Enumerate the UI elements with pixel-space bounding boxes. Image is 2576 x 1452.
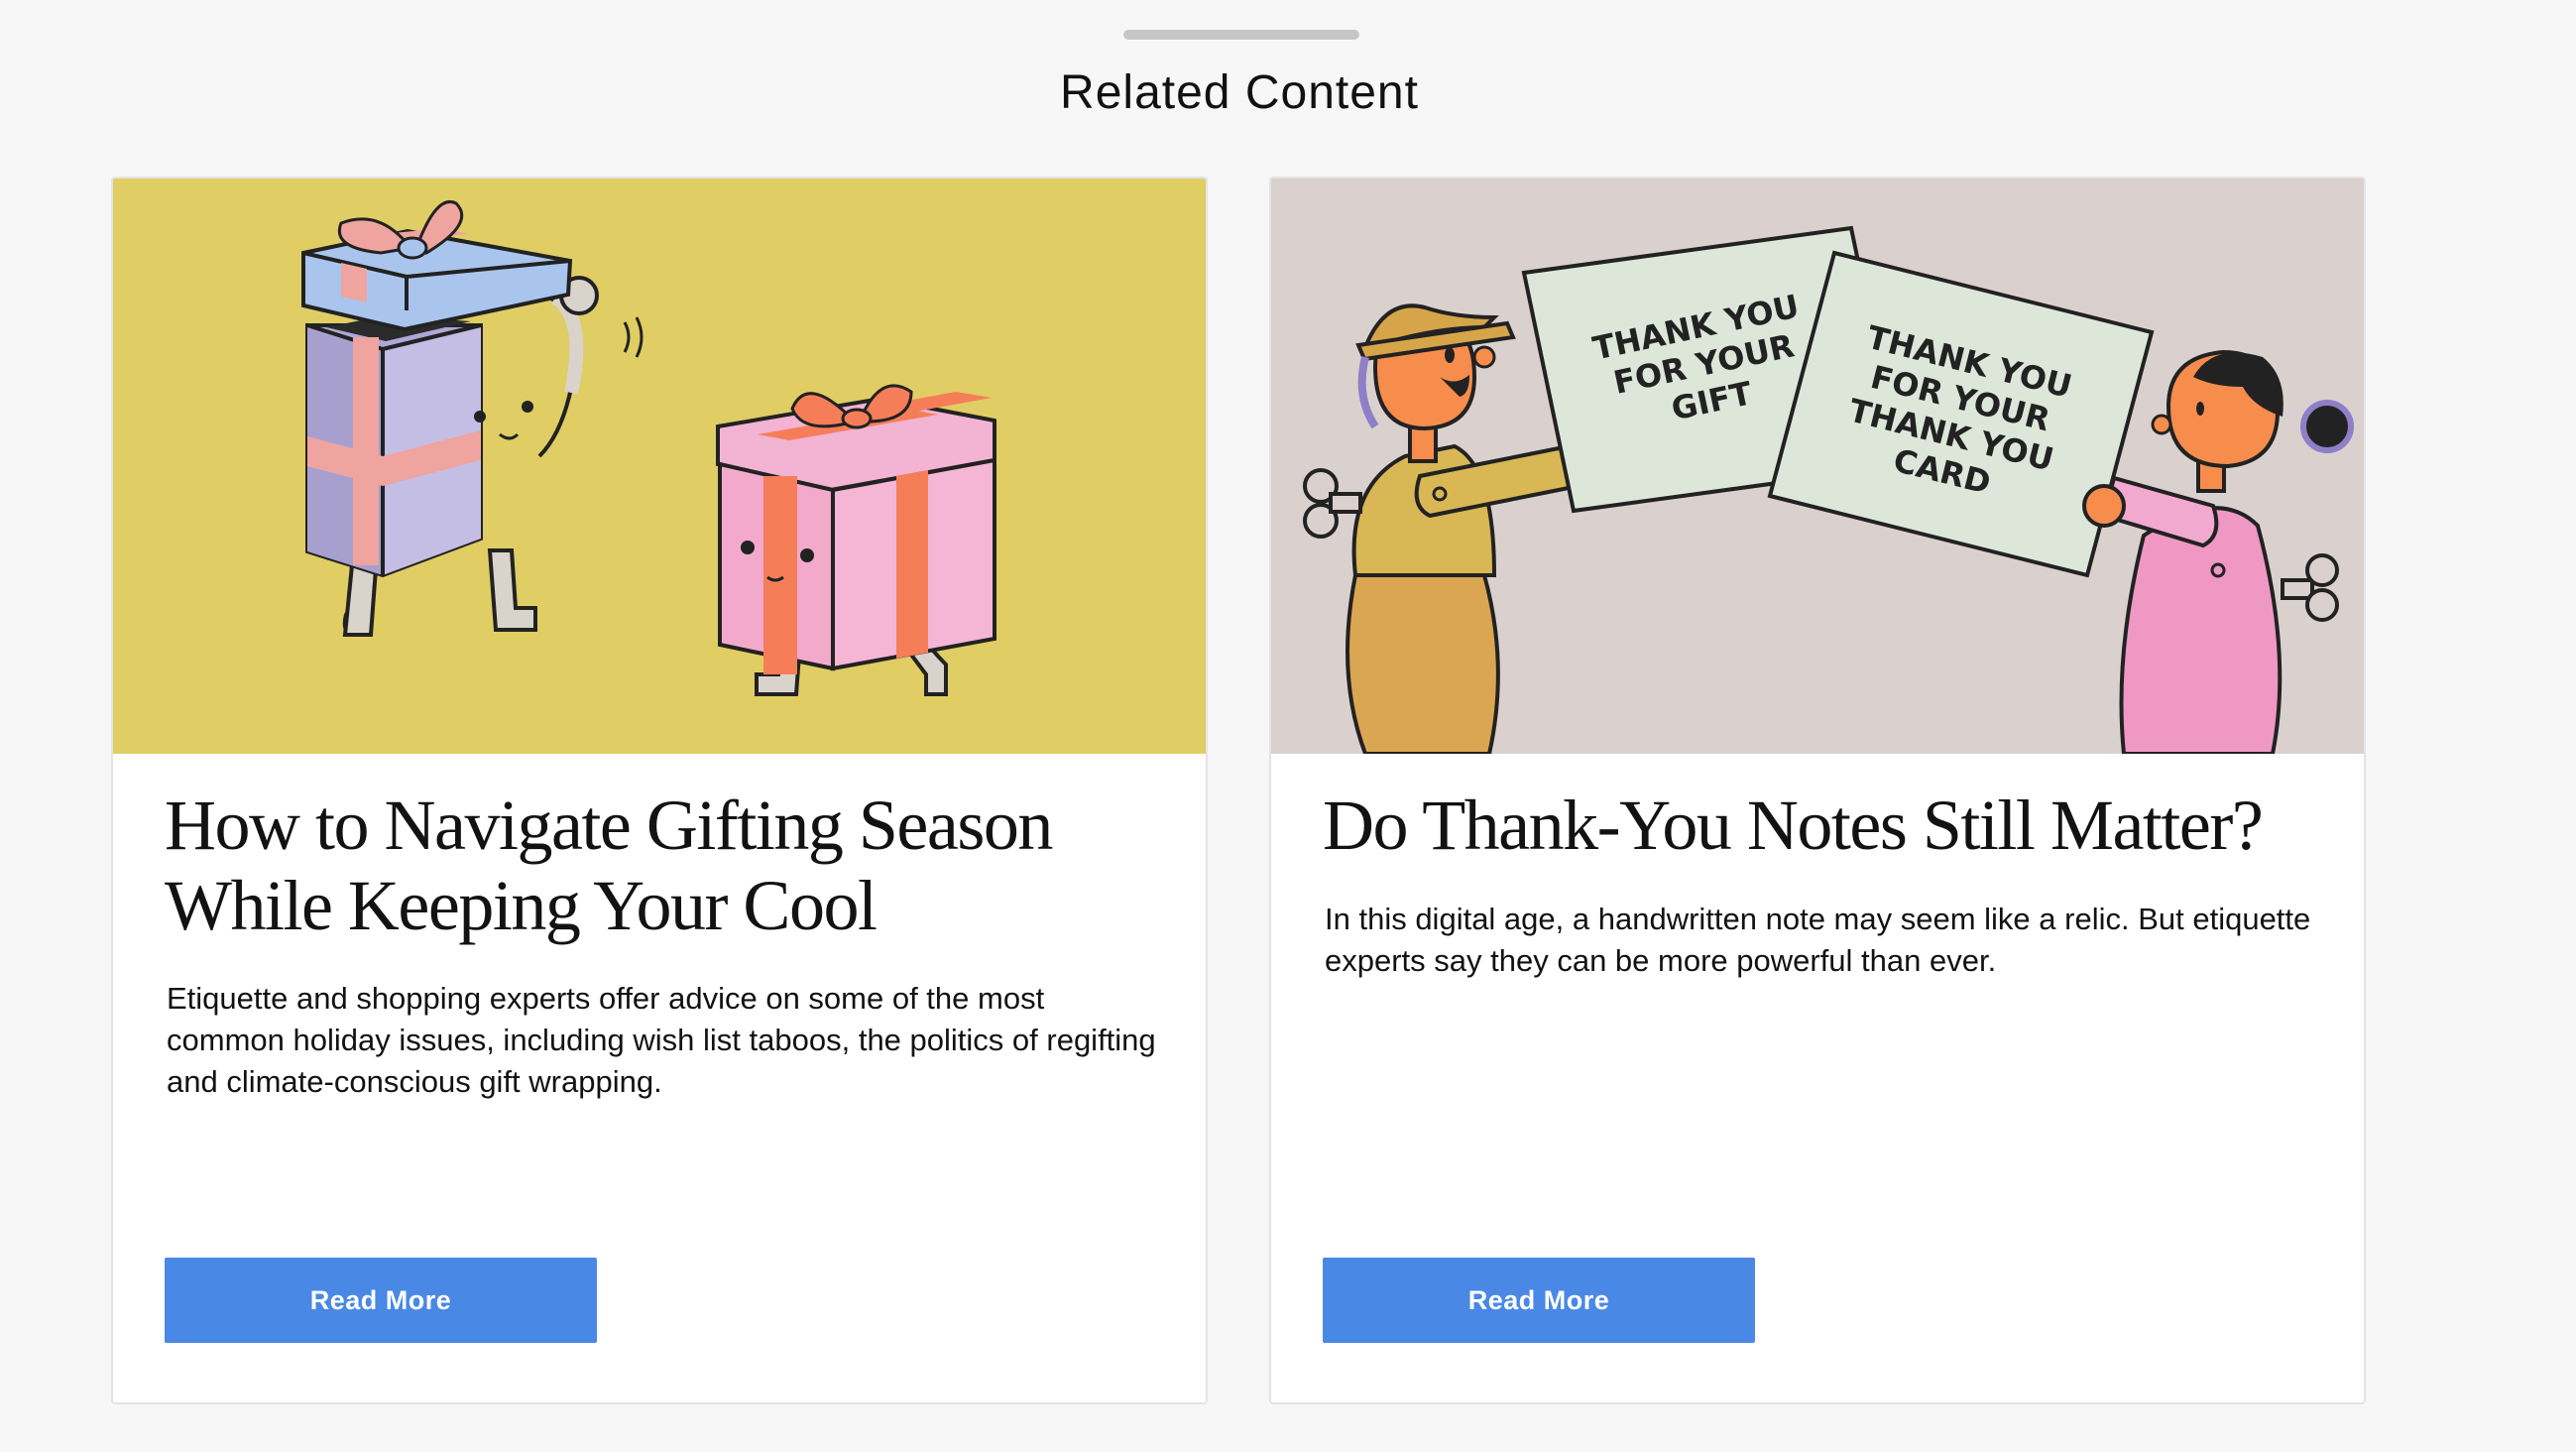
article-title[interactable]: How to Navigate Gifting Season While Kee… [165,786,1156,946]
article-description: In this digital age, a handwritten note … [1325,902,2311,978]
section-title: Related Content [1060,66,1419,119]
article-description: Etiquette and shopping experts offer adv… [167,981,1156,1099]
article-card-thank-you-notes: THANK YOU FOR YOUR GIFT THANK YOU FOR YO… [1269,177,2366,1404]
article-title[interactable]: Do Thank-You Notes Still Matter? [1323,786,2314,866]
drag-handle[interactable] [1123,30,1359,40]
read-more-button[interactable]: Read More [165,1258,597,1343]
thank-you-cards-illustration: THANK YOU FOR YOUR GIFT THANK YOU FOR YO… [1271,179,2364,754]
article-card-gifting: How to Navigate Gifting Season While Kee… [111,177,1208,1404]
read-more-button[interactable]: Read More [1323,1258,1755,1343]
gift-boxes-illustration [113,179,1206,754]
related-content-panel: Related Content How to Navigate Gifting … [0,0,2576,1452]
